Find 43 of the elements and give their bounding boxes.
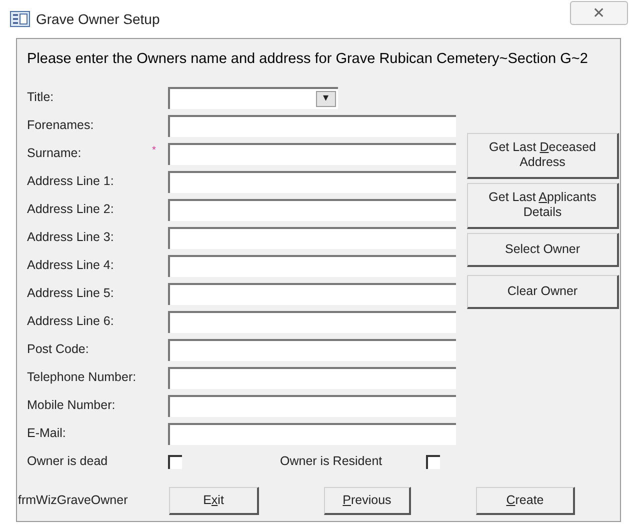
input-field[interactable] [168, 114, 456, 137]
close-button[interactable]: ✕ [570, 1, 628, 25]
form-icon [10, 11, 30, 27]
field-label: Address Line 3: [27, 229, 115, 246]
field-label: Address Line 5: [27, 285, 115, 302]
action-button[interactable]: Select Owner [467, 232, 619, 267]
field-label: Address Line 6: [27, 313, 115, 330]
window-title: Grave Owner Setup [36, 10, 160, 29]
input-field[interactable] [168, 366, 456, 389]
checkbox-label: Owner is dead [27, 453, 109, 470]
input-field[interactable] [168, 422, 456, 445]
field-label: Address Line 2: [27, 201, 115, 218]
field-label: Address Line 4: [27, 257, 115, 274]
field-label: Forenames: [27, 117, 95, 134]
action-button[interactable]: Get Last Deceased Address [467, 132, 619, 179]
form-name: frmWizGraveOwner [17, 492, 129, 510]
nav-button[interactable]: Previous [324, 486, 411, 515]
field-label: Address Line 1: [27, 173, 115, 190]
field-label: Surname: [27, 145, 82, 162]
input-field[interactable] [168, 142, 456, 165]
input-field[interactable] [168, 170, 456, 193]
action-button[interactable]: Clear Owner [467, 274, 619, 309]
input-field[interactable] [168, 310, 456, 333]
input-field[interactable] [168, 338, 456, 361]
input-field[interactable] [168, 282, 456, 305]
checkbox-label: Owner is Resident [280, 453, 384, 470]
field-label: Title: [27, 89, 55, 106]
checkbox[interactable] [426, 454, 440, 469]
input-field[interactable] [168, 394, 456, 417]
nav-button[interactable]: Create [476, 486, 575, 515]
checkbox[interactable] [168, 454, 182, 469]
field-label: Post Code: [27, 341, 90, 358]
instruction-text: Please enter the Owners name and address for Grave Rubican Cemetery~Section G~2 [27, 50, 589, 69]
title-dropdown[interactable]: ▾ [168, 86, 338, 109]
nav-button[interactable]: Exit [169, 486, 259, 515]
field-label: Mobile Number: [27, 397, 116, 414]
input-field[interactable] [168, 198, 456, 221]
input-field[interactable] [168, 254, 456, 277]
required-mark: * [152, 144, 156, 156]
field-label: Telephone Number: [27, 369, 138, 386]
input-field[interactable] [168, 226, 456, 249]
action-button[interactable]: Get Last Applicants Details [467, 182, 619, 229]
field-label: E-Mail: [27, 425, 67, 442]
